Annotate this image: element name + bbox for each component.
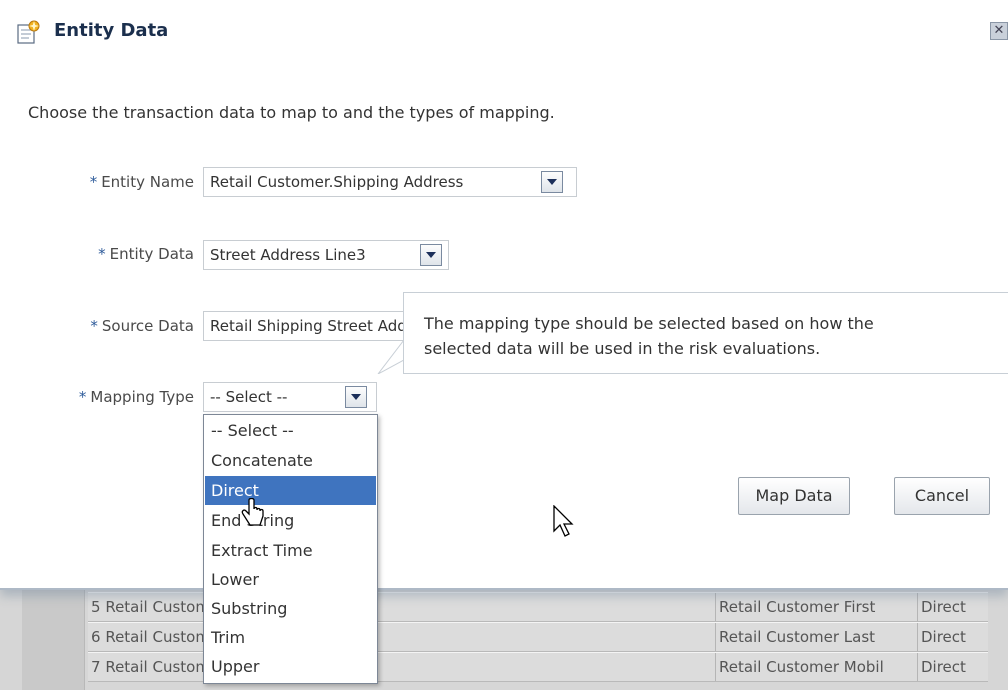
row-source: Retail Customer First: [716, 593, 918, 621]
tooltip-line-1: The mapping type should be selected base…: [424, 314, 874, 333]
cancel-button[interactable]: Cancel: [894, 477, 990, 515]
entity-edit-icon: [17, 20, 40, 44]
instructions-text: Choose the transaction data to map to an…: [28, 103, 555, 122]
mapping-type-dropdown-icon[interactable]: [345, 386, 367, 408]
dialog-title-bar[interactable]: Entity Data ✕: [0, 0, 1008, 64]
entity-data-select[interactable]: Street Address Line3: [203, 240, 449, 270]
map-data-button[interactable]: Map Data: [738, 477, 850, 515]
entity-data-value: Street Address Line3: [210, 246, 366, 264]
source-data-select[interactable]: Retail Shipping Street Address Line3: [203, 311, 413, 341]
mapping-type-tooltip: The mapping type should be selected base…: [403, 292, 1008, 374]
mapping-type-label: * Mapping Type: [78, 388, 194, 406]
row-type: Direct: [921, 598, 966, 616]
close-icon[interactable]: ✕: [990, 22, 1008, 40]
row-type: Direct: [921, 628, 966, 646]
tooltip-line-2: selected data will be used in the risk e…: [424, 339, 821, 358]
background-table: 5 Retail Customer First Name Retail Cust…: [0, 580, 1008, 690]
row-entity: 5 Retail Customer: [88, 593, 206, 621]
entity-data-dropdown-icon[interactable]: [420, 244, 442, 266]
entity-name-select[interactable]: Retail Customer.Shipping Address: [203, 167, 577, 197]
arrow-cursor-icon: [553, 505, 574, 537]
entity-name-value: Retail Customer.Shipping Address: [210, 173, 464, 191]
dropdown-option-concatenate[interactable]: Concatenate: [205, 446, 376, 475]
dropdown-option-end-string[interactable]: End String: [205, 506, 376, 535]
dropdown-option-extract-time[interactable]: Extract Time: [205, 536, 376, 565]
row-entity: 6 Retail Customer: [88, 623, 206, 651]
dropdown-option-substring[interactable]: Substring: [205, 594, 376, 623]
dropdown-option-upper[interactable]: Upper: [205, 652, 376, 681]
entity-name-dropdown-icon[interactable]: [541, 171, 563, 193]
mapping-type-value: -- Select --: [210, 388, 288, 406]
dialog-title: Entity Data: [54, 20, 169, 41]
dropdown-option-lower[interactable]: Lower: [205, 565, 376, 594]
tooltip-pointer: [377, 340, 406, 374]
dropdown-option-select[interactable]: -- Select --: [205, 416, 376, 445]
dropdown-option-trim[interactable]: Trim: [205, 623, 376, 652]
table-left-column: [22, 580, 85, 690]
source-data-value: Retail Shipping Street Address Line3: [210, 317, 412, 335]
entity-name-label: * Entity Name: [89, 173, 194, 191]
row-source: Retail Customer Mobil: [716, 653, 918, 681]
hand-cursor-icon: [241, 498, 264, 526]
mapping-type-dropdown-list[interactable]: -- Select -- Concatenate Direct End Stri…: [203, 414, 378, 684]
entity-data-label: * Entity Data: [98, 245, 194, 263]
row-entity: 7 Retail Customer: [88, 653, 206, 681]
source-data-label: * Source Data: [90, 317, 194, 335]
row-type: Direct: [921, 658, 966, 676]
dropdown-option-direct[interactable]: Direct: [205, 476, 376, 505]
row-source: Retail Customer Last: [716, 623, 918, 651]
